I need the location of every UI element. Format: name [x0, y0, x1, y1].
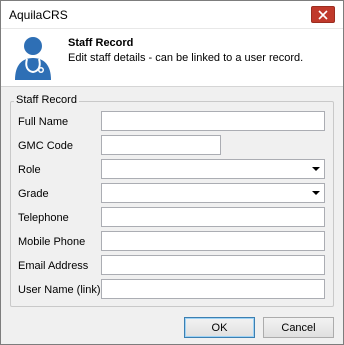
header-subtitle: Edit staff details - can be linked to a … [68, 52, 304, 64]
user-name-label: User Name (link) [18, 284, 101, 296]
telephone-input[interactable] [101, 207, 325, 227]
role-select[interactable] [101, 159, 325, 179]
mobile-phone-label: Mobile Phone [18, 236, 86, 248]
group-legend: Staff Record [14, 94, 79, 106]
full-name-label: Full Name [18, 116, 69, 128]
staff-user-icon [15, 37, 51, 80]
gmc-code-input[interactable] [101, 135, 221, 155]
role-label: Role [18, 164, 41, 176]
telephone-label: Telephone [18, 212, 69, 224]
full-name-input[interactable] [101, 111, 325, 131]
header-title: Staff Record [68, 37, 134, 49]
grade-select[interactable] [101, 183, 325, 203]
mobile-phone-input[interactable] [101, 231, 325, 251]
cancel-button[interactable]: Cancel [263, 317, 334, 338]
close-icon [318, 9, 328, 20]
dialog-header: Staff Record Edit staff details - can be… [1, 29, 343, 87]
ok-button[interactable]: OK [184, 317, 255, 338]
user-name-input[interactable] [101, 279, 325, 299]
title-bar: AquilaCRS [1, 1, 343, 29]
dialog-window: AquilaCRS Staff Record Edit staff detail… [0, 0, 344, 345]
gmc-code-label: GMC Code [18, 140, 74, 152]
chevron-down-icon [312, 167, 320, 171]
grade-label: Grade [18, 188, 49, 200]
close-button[interactable] [311, 6, 335, 23]
window-title: AquilaCRS [9, 8, 68, 22]
staff-record-group [10, 101, 334, 307]
email-address-label: Email Address [18, 260, 89, 272]
email-address-input[interactable] [101, 255, 325, 275]
chevron-down-icon [312, 191, 320, 195]
